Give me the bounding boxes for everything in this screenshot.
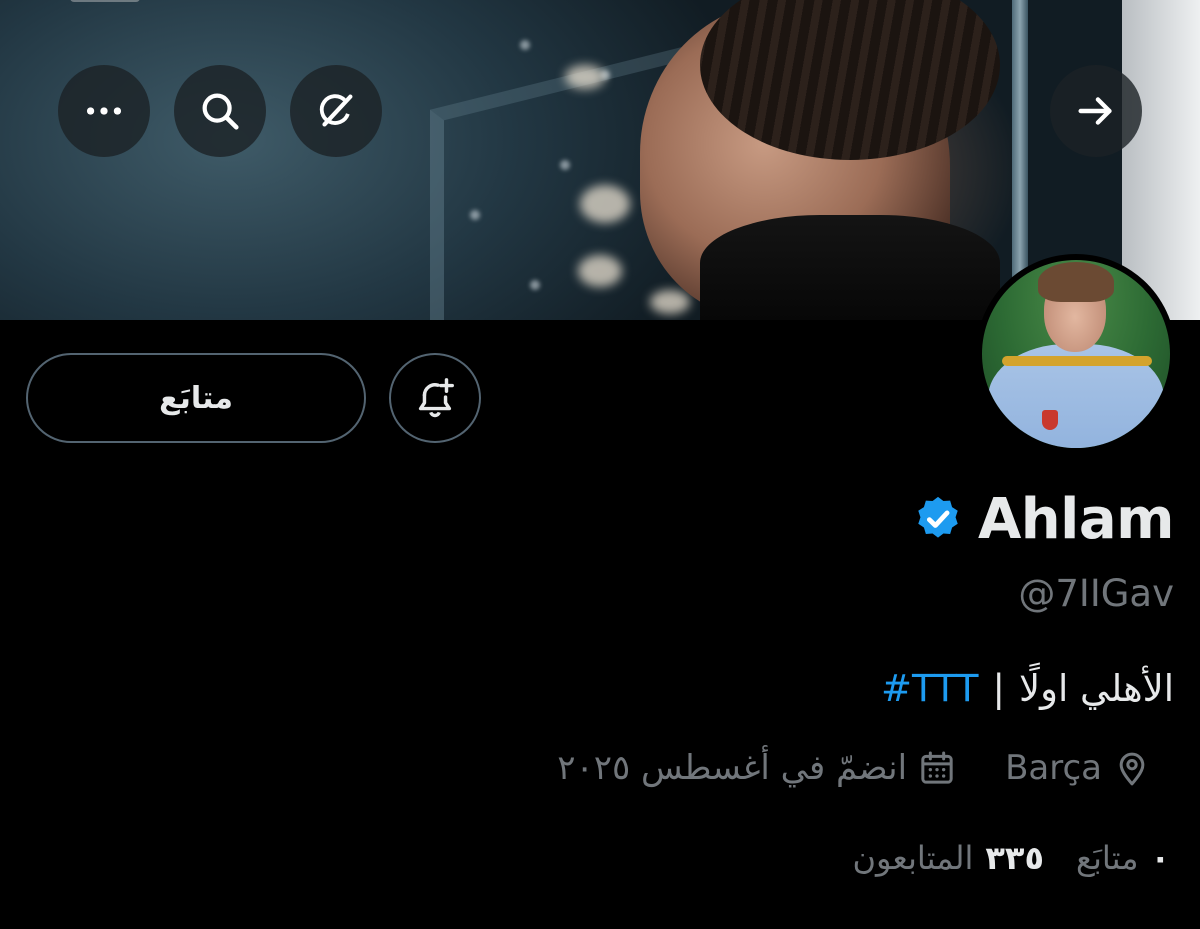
back-button[interactable] <box>1050 65 1142 157</box>
user-handle: @7IIGav <box>1018 572 1174 615</box>
verified-badge-icon[interactable] <box>912 493 964 545</box>
bell-plus-icon <box>418 378 454 418</box>
followers-stat-link[interactable]: ٣٣٥ المتابعون <box>852 839 1044 877</box>
calendar-icon <box>921 751 953 784</box>
following-label: متابَع <box>1075 839 1139 877</box>
search-button[interactable] <box>174 65 266 157</box>
display-name: Ahlam <box>977 486 1175 552</box>
search-icon <box>202 93 239 130</box>
following-stat-link[interactable]: ٠ متابَع <box>1076 839 1170 877</box>
location-pin-icon <box>1119 752 1145 786</box>
profile-avatar[interactable] <box>976 254 1176 454</box>
following-count: ٠ <box>1150 839 1170 877</box>
bio-separator: | <box>992 667 1005 710</box>
profile-meta: Barça انضمّ في أغسطس ٢٠٢٥ <box>557 744 1152 792</box>
followers-label: المتابعون <box>852 839 974 877</box>
avatar-image <box>982 260 1170 448</box>
followers-count: ٣٣٥ <box>985 839 1044 877</box>
status-bar-remnant <box>70 0 140 2</box>
profile-stats: ٠ متابَع ٣٣٥ المتابعون <box>852 834 1170 882</box>
grok-icon <box>319 94 353 127</box>
bio-text: الأهلي اولًا <box>1019 667 1174 710</box>
following-button[interactable]: متابَع <box>26 353 366 443</box>
arrow-right-icon <box>1078 97 1112 125</box>
bio-hashtag-link[interactable]: #TTT <box>881 667 979 710</box>
joined-item: انضمّ في أغسطس ٢٠٢٥ <box>557 748 957 788</box>
more-icon <box>86 107 122 115</box>
more-button[interactable] <box>58 65 150 157</box>
joined-date-text: انضمّ في أغسطس ٢٠٢٥ <box>557 748 908 788</box>
banner-person-jacket <box>700 215 1000 320</box>
location-text: Barça <box>1005 748 1102 788</box>
profile-name-row: Ahlam <box>912 484 1175 554</box>
profile-bio: الأهلي اولًا | #TTT <box>881 667 1174 710</box>
grok-button[interactable] <box>290 65 382 157</box>
location-item: Barça <box>1005 748 1152 788</box>
notifications-button[interactable] <box>389 353 481 443</box>
